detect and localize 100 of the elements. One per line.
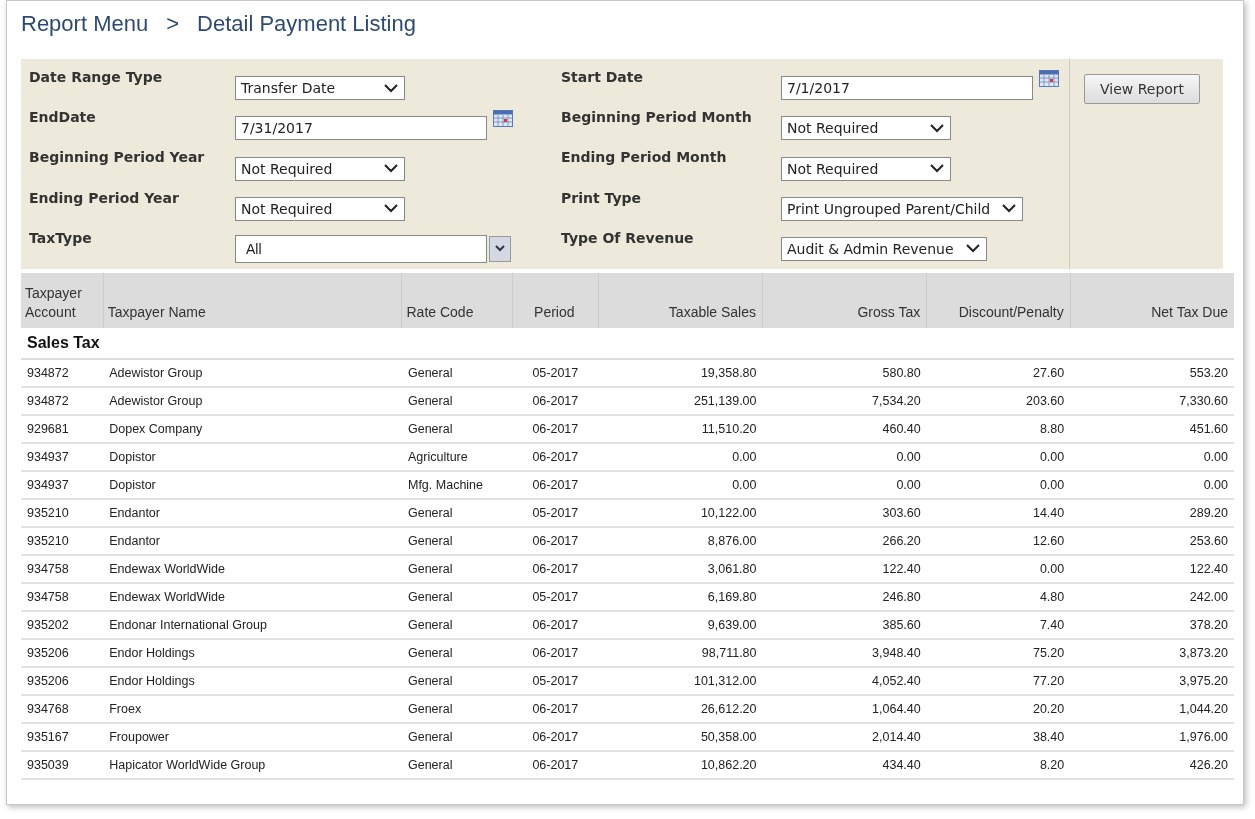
column-header: Discount/Penalty xyxy=(926,273,1071,328)
table-cell: Endewax WorldWide xyxy=(103,555,402,583)
table-cell: 0.00 xyxy=(926,471,1071,499)
table-cell: 26,612.20 xyxy=(598,695,763,723)
dropdown[interactable]: Not Required xyxy=(781,116,951,141)
table-cell: 0.00 xyxy=(762,443,927,471)
date-field[interactable]: 7/1/2017 xyxy=(781,76,1033,101)
table-cell: 122.40 xyxy=(762,555,927,583)
dropdown[interactable]: Transfer Date xyxy=(235,76,405,101)
table-cell: 06-2017 xyxy=(512,555,599,583)
table-cell: Endor Holdings xyxy=(103,667,402,695)
table-cell: 122.40 xyxy=(1070,555,1234,583)
table-cell: 0.00 xyxy=(1070,471,1234,499)
table-cell: 434.40 xyxy=(762,751,927,779)
table-cell: General xyxy=(402,555,513,583)
chevron-icon xyxy=(930,123,944,133)
page-title: Detail Payment Listing xyxy=(197,11,416,37)
table-cell: 10,122.00 xyxy=(598,499,763,527)
field-label: Ending Period Year xyxy=(29,189,180,206)
table-cell: Endonar International Group xyxy=(103,611,402,639)
table-cell: 934872 xyxy=(21,359,104,387)
dropdown[interactable]: Audit & Admin Revenue xyxy=(781,236,987,261)
table-cell: 2,014.40 xyxy=(762,723,927,751)
table-cell: Agriculture xyxy=(402,443,513,471)
table-cell: 934758 xyxy=(21,555,104,583)
table-cell: General xyxy=(402,499,513,527)
table-cell: 266.20 xyxy=(762,527,927,555)
table-cell: 3,061.80 xyxy=(598,555,763,583)
dropdown[interactable]: Not Required xyxy=(235,156,405,181)
table-cell: General xyxy=(402,667,513,695)
table-cell: 1,976.00 xyxy=(1070,723,1234,751)
table-cell: 934937 xyxy=(21,443,104,471)
table-cell: 20.20 xyxy=(926,695,1071,723)
table-cell: General xyxy=(402,611,513,639)
table-cell: 6,169.80 xyxy=(598,583,763,611)
table-cell: 251,139.00 xyxy=(598,387,763,415)
date-field[interactable]: 7/31/2017 xyxy=(235,116,487,141)
table-cell: General xyxy=(402,639,513,667)
table-cell: Endantor xyxy=(103,527,402,555)
table-cell: 935206 xyxy=(21,639,104,667)
table-cell: Froex xyxy=(103,695,402,723)
chevron-icon xyxy=(384,164,398,173)
table-cell: 0.00 xyxy=(1070,443,1234,471)
table-cell: 9,639.00 xyxy=(598,611,763,639)
chevron-icon xyxy=(384,204,398,214)
table-cell: 0.00 xyxy=(762,471,927,499)
table-cell: 06-2017 xyxy=(512,751,599,779)
column-header: Period xyxy=(512,273,599,328)
calendar-icon[interactable] xyxy=(1039,69,1059,87)
table-cell: Hapicator WorldWide Group xyxy=(103,751,402,779)
table-cell: Dopistor xyxy=(103,471,402,499)
dropdown[interactable]: Not Required xyxy=(235,196,405,221)
table-cell: 1,044.20 xyxy=(1070,695,1234,723)
table-cell: 0.00 xyxy=(926,555,1071,583)
breadcrumb-link[interactable]: Report Menu xyxy=(21,11,149,37)
table-cell: 06-2017 xyxy=(512,639,599,667)
table-cell: 19,358.80 xyxy=(598,359,763,387)
table-cell: 4.80 xyxy=(926,583,1071,611)
table-cell: 12.60 xyxy=(926,527,1071,555)
view-report-button[interactable]: View Report xyxy=(1084,74,1201,104)
chevron-icon xyxy=(930,164,944,173)
table-cell: General xyxy=(402,387,513,415)
table-cell: 06-2017 xyxy=(512,471,599,499)
table-cell: 50,358.00 xyxy=(598,723,763,751)
table-cell: 101,312.00 xyxy=(598,667,763,695)
table-cell: 7.40 xyxy=(926,611,1071,639)
table-cell: 06-2017 xyxy=(512,387,599,415)
column-header: Taxpayer Name xyxy=(103,273,402,328)
table-cell: 77.20 xyxy=(926,667,1071,695)
table-cell: 27.60 xyxy=(926,359,1071,387)
table-cell: 253.60 xyxy=(1070,527,1234,555)
table-cell: Mfg. Machine xyxy=(402,471,513,499)
dropdown[interactable]: Not Required xyxy=(781,156,951,181)
table-cell: 426.20 xyxy=(1070,751,1234,779)
breadcrumb-separator: > xyxy=(166,11,180,37)
table-cell: 06-2017 xyxy=(512,695,599,723)
column-header: Net Tax Due xyxy=(1070,273,1234,328)
table-cell: General xyxy=(402,415,513,443)
table-cell: 8,876.00 xyxy=(598,527,763,555)
table-cell: 385.60 xyxy=(762,611,927,639)
table-cell: Adewistor Group xyxy=(103,387,402,415)
field-label: Print Type xyxy=(561,189,643,206)
table-cell: General xyxy=(402,695,513,723)
table-cell: 06-2017 xyxy=(512,723,599,751)
calendar-icon[interactable] xyxy=(493,109,513,128)
table-cell: 246.80 xyxy=(762,583,927,611)
table-cell: 75.20 xyxy=(926,639,1071,667)
table-cell: 1,064.40 xyxy=(762,695,927,723)
field-label: Date Range Type xyxy=(29,69,164,85)
table-cell: 06-2017 xyxy=(512,415,599,443)
table-cell: 10,862.20 xyxy=(598,751,763,779)
dropdown[interactable]: Print Ungrouped Parent/Child xyxy=(781,196,1024,221)
table-cell: 98,711.80 xyxy=(598,639,763,667)
field-label: Start Date xyxy=(561,69,644,85)
table-cell: 451.60 xyxy=(1070,415,1234,443)
table-cell: 935210 xyxy=(21,527,104,555)
table-cell: 934937 xyxy=(21,471,104,499)
table-cell: 929681 xyxy=(21,415,104,443)
table-cell: 3,873.20 xyxy=(1070,639,1234,667)
table-cell: 935167 xyxy=(21,723,104,751)
